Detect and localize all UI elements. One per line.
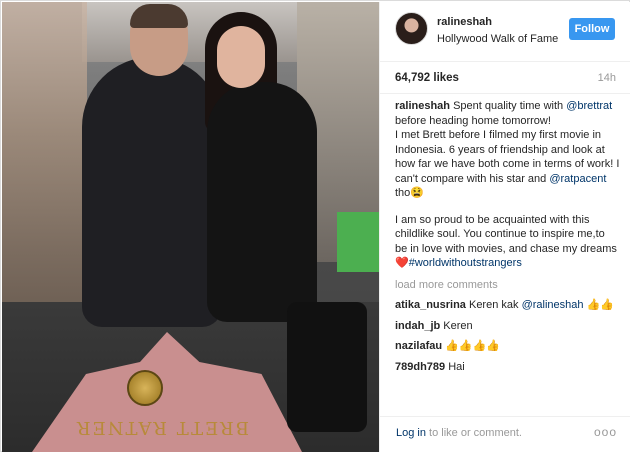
comment-item: 789dh789 Hai	[395, 360, 620, 375]
post-header: ralineshah Hollywood Walk of Fame Follow	[380, 2, 630, 62]
caption-text-1a: Spent quality time with	[450, 100, 567, 112]
caption-text-3: I am so proud to be acquainted with this…	[395, 213, 617, 255]
comment-username[interactable]: indah_jb	[395, 320, 440, 332]
likes-row: 64,792 likes 14h	[380, 62, 630, 94]
post-modal: BRETT RATNER ralineshah Hollywood Walk o…	[0, 0, 630, 452]
comment-username[interactable]: atika_nusrina	[395, 299, 466, 311]
post-footer: Log in to like or comment. ooo	[380, 416, 630, 452]
comment-username[interactable]: nazilafau	[395, 340, 442, 352]
caption-paragraph-4: ❤️#worldwithoutstrangers	[395, 256, 620, 271]
heart-icon: ❤️	[395, 257, 409, 269]
photo-woman-figure	[207, 82, 317, 322]
follow-button[interactable]: Follow	[569, 18, 615, 40]
comment-text: Keren kak	[465, 299, 522, 311]
login-prompt-text: to like or comment.	[425, 427, 522, 439]
comment-text: Hai	[445, 360, 465, 373]
header-username[interactable]: ralineshah	[437, 16, 492, 28]
comment-text: 👍👍👍👍	[442, 340, 500, 352]
caption-text-2-end: tho😫	[395, 187, 424, 199]
login-link[interactable]: Log in	[396, 427, 426, 439]
comments-section: ralineshah Spent quality time with @bret…	[395, 99, 620, 404]
comment-text: Keren	[440, 319, 473, 332]
caption-text-1b: before heading home tomorrow!	[395, 114, 551, 127]
comment-item: nazilafau 👍👍👍👍	[395, 339, 620, 354]
photo-woman-face	[217, 26, 265, 88]
photo-man-figure	[82, 57, 222, 327]
caption-paragraph-3: I am so proud to be acquainted with this…	[395, 213, 620, 257]
more-dots-icon[interactable]: ooo	[594, 425, 617, 439]
photo-crowd-left	[2, 2, 87, 332]
photo-black-bag	[287, 302, 367, 432]
comment-mention[interactable]: @ralineshah	[522, 299, 584, 311]
likes-count[interactable]: 64,792 likes	[395, 72, 459, 84]
photo-green-stool	[337, 212, 379, 272]
comment-item: atika_nusrina Keren kak @ralineshah 👍👍	[395, 298, 620, 313]
caption-mention-ratpacent[interactable]: @ratpacent	[549, 173, 606, 185]
location-link[interactable]: Hollywood Walk of Fame	[437, 33, 558, 45]
post-photo[interactable]: BRETT RATNER	[2, 2, 379, 452]
caption-paragraph-2: I met Brett before I filmed my first mov…	[395, 128, 620, 201]
login-prompt: Log in to like or comment.	[396, 427, 522, 439]
comment-username[interactable]: 789dh789	[395, 361, 445, 373]
caption-mention-brettrat[interactable]: @brettrat	[566, 100, 612, 112]
comment-item: indah_jb Keren	[395, 319, 620, 334]
star-medallion-icon	[127, 370, 163, 406]
post-side-panel: ralineshah Hollywood Walk of Fame Follow…	[379, 2, 630, 452]
star-name-text: BRETT RATNER	[75, 417, 250, 438]
load-more-comments-link[interactable]: load more comments	[395, 278, 620, 293]
photo-man-hair	[130, 4, 188, 28]
caption-username[interactable]: ralineshah	[395, 100, 450, 112]
caption-hashtag[interactable]: #worldwithoutstrangers	[409, 257, 522, 269]
post-caption: ralineshah Spent quality time with @bret…	[395, 99, 620, 271]
post-time[interactable]: 14h	[598, 72, 616, 84]
avatar[interactable]	[395, 12, 428, 45]
caption-paragraph-1: ralineshah Spent quality time with @bret…	[395, 99, 620, 128]
comment-text-end: 👍👍	[583, 299, 614, 311]
